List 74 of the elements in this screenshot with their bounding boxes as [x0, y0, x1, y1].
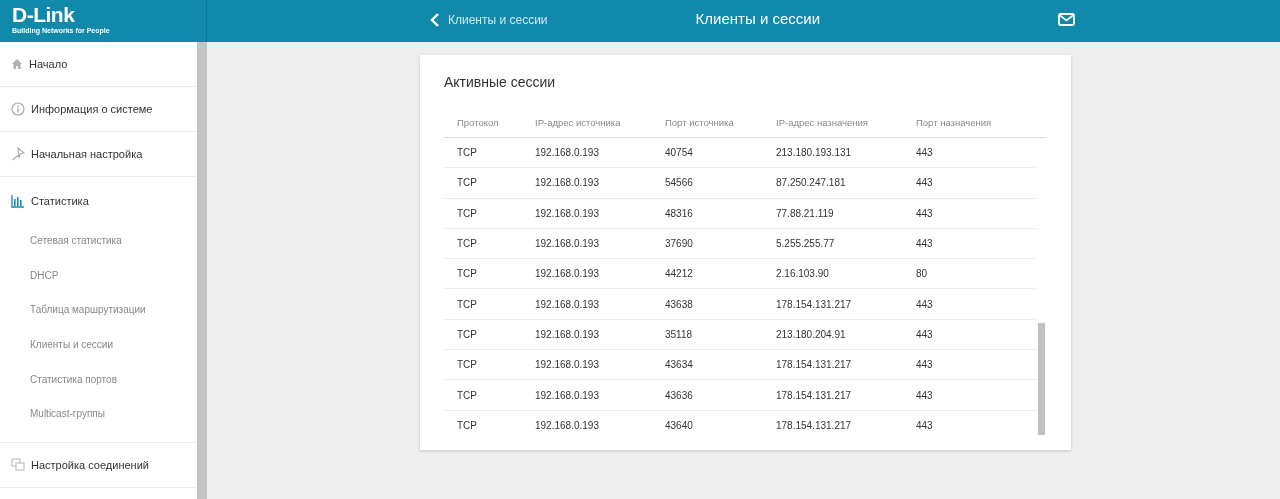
logo: D-Link	[12, 4, 75, 26]
table-cell-text: 54566	[664, 177, 694, 189]
table-cell-text: 192.168.0.193	[534, 298, 600, 310]
table-cell-text: 443	[915, 328, 934, 340]
table-cell-text: 37690	[664, 238, 694, 250]
sidebar-subitem[interactable]: Клиенты и сессии	[0, 328, 197, 363]
table-cell-text: 213.180.193.131	[775, 147, 853, 159]
table-cell-text: 213.180.204.91	[775, 328, 847, 340]
table-cell-text: 192.168.0.193	[534, 177, 600, 189]
bar-chart-icon	[11, 193, 25, 208]
table-cell-text: 443	[915, 359, 934, 371]
column-header: IP-адрес назначения	[775, 117, 869, 128]
chevron-left-icon	[430, 12, 440, 27]
mail-icon[interactable]	[1058, 13, 1076, 26]
table-cell-text: 178.154.131.217	[775, 419, 853, 431]
table-cell-text: 192.168.0.193	[534, 147, 600, 159]
table-cell-text: 35118	[664, 328, 694, 340]
table-cell-text: 192.168.0.193	[534, 419, 600, 431]
table-cell-text: 43636	[664, 389, 694, 401]
table-cell-text: 443	[915, 177, 934, 189]
home-icon	[11, 58, 23, 70]
column-header: IP-адрес источника	[534, 117, 622, 128]
table-cell-text: 80	[915, 268, 929, 280]
pin-icon	[11, 147, 25, 161]
card-title: Активные сессии	[444, 74, 557, 90]
table-cell-text: 43638	[664, 298, 694, 310]
table-cell-text: 178.154.131.217	[775, 359, 853, 371]
table-cell-text: 2.16.103.90	[775, 268, 830, 280]
table-cell-text: 443	[915, 147, 934, 159]
table-cell-text: 192.168.0.193	[534, 359, 600, 371]
table-cell-text: TCP	[456, 238, 478, 250]
sidebar-subitem[interactable]: Multicast-группы	[0, 397, 197, 433]
table-cell-text: TCP	[456, 328, 478, 340]
table-cell-text: TCP	[456, 177, 478, 189]
table-cell-text: TCP	[456, 298, 478, 310]
sidebar-subitem[interactable]: Статистика портов	[0, 362, 197, 398]
table-cell-text: 40754	[664, 147, 694, 159]
windows-icon	[11, 458, 25, 473]
table-cell-text: 192.168.0.193	[534, 328, 600, 340]
table-cell-text: 5.255.255.77	[775, 238, 836, 250]
sidebar-subitem[interactable]: Таблица маршрутизации	[0, 293, 197, 329]
table-cell-text: 443	[915, 419, 934, 431]
table-cell-text: 443	[915, 207, 934, 219]
table-cell-text: TCP	[456, 389, 478, 401]
table-cell-text: TCP	[456, 268, 478, 280]
info-icon	[11, 102, 25, 116]
table-cell-text: 48316	[664, 207, 694, 219]
table-cell-text: 44212	[664, 268, 694, 280]
back-link[interactable]: Клиенты и сессии	[430, 12, 548, 27]
table-cell-text: 87.250.247.181	[775, 177, 847, 189]
table-cell-text: TCP	[456, 147, 478, 159]
scrollbar[interactable]	[197, 42, 207, 499]
sidebar-item[interactable]: Статистика	[0, 177, 197, 224]
table-cell-text: 192.168.0.193	[534, 238, 600, 250]
table-cell-text: 443	[915, 298, 934, 310]
table-cell-text: 178.154.131.217	[775, 389, 853, 401]
table-cell-text: 43640	[664, 419, 694, 431]
sidebar-subitem[interactable]: DHCP	[0, 258, 197, 294]
table-cell-text: 178.154.131.217	[775, 298, 853, 310]
table-cell-text: TCP	[456, 207, 478, 219]
column-header: Порт источника	[664, 117, 735, 128]
column-header: Порт назначения	[915, 117, 993, 128]
page-title: Клиенты и сессии	[695, 10, 821, 27]
table-cell-text: 192.168.0.193	[534, 268, 600, 280]
table-cell-text: 192.168.0.193	[534, 389, 600, 401]
sidebar-subitem[interactable]: Сетевая статистика	[0, 224, 197, 259]
table-cell-text: 443	[915, 238, 934, 250]
table-cell-text: 77.88.21.119	[775, 207, 835, 219]
table-cell-text: 443	[915, 389, 934, 401]
column-header: Протокол	[456, 117, 500, 128]
table-cell-text: 43634	[664, 359, 694, 371]
table-cell-text: TCP	[456, 419, 478, 431]
table-cell-text: TCP	[456, 359, 478, 371]
table-cell-text: 192.168.0.193	[534, 207, 600, 219]
